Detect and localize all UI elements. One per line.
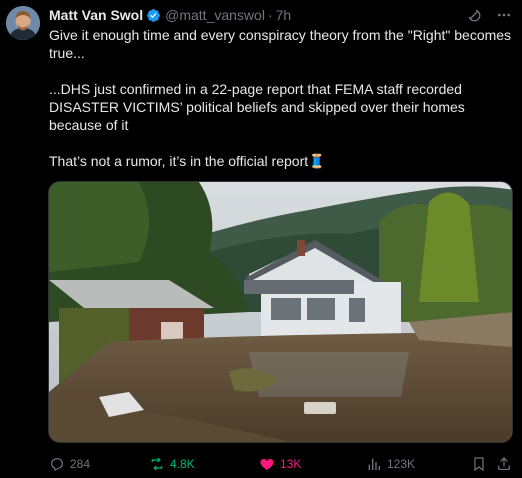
tweet-text: Give it enough time and every conspiracy… <box>49 26 515 170</box>
repost-button[interactable]: 4.8K <box>149 455 195 473</box>
action-bar: 284 4.8K 13K 123K <box>49 455 514 473</box>
bookmark-icon <box>471 456 487 472</box>
repost-icon <box>149 456 165 472</box>
author-name[interactable]: Matt Van Swol <box>49 7 143 23</box>
like-count: 13K <box>280 457 302 471</box>
repost-count: 4.8K <box>170 457 195 471</box>
reply-count: 284 <box>70 457 91 471</box>
share-icon <box>496 456 512 472</box>
tweet-photo[interactable] <box>48 181 513 443</box>
tweet: Matt Van Swol @matt_vanswol · 7h Give it… <box>0 0 522 478</box>
timestamp[interactable]: 7h <box>276 7 292 23</box>
header-icons <box>466 7 512 23</box>
views-icon <box>366 456 382 472</box>
bookmark-button[interactable] <box>471 455 487 473</box>
verified-badge-icon <box>146 8 161 23</box>
author-handle[interactable]: @matt_vanswol <box>165 7 265 23</box>
share-button[interactable] <box>496 455 512 473</box>
reply-icon <box>49 456 65 472</box>
more-icon[interactable] <box>496 7 512 23</box>
tweet-paragraph: Give it enough time and every conspiracy… <box>49 27 512 61</box>
views-count: 123K <box>387 457 416 471</box>
reply-button[interactable]: 284 <box>49 455 90 473</box>
separator-dot: · <box>267 7 273 23</box>
tweet-header: Matt Van Swol @matt_vanswol · 7h <box>49 6 512 24</box>
tweet-paragraph: ...DHS just confirmed in a 22-page repor… <box>49 81 465 133</box>
like-button[interactable]: 13K <box>259 455 301 473</box>
grok-icon[interactable] <box>466 7 482 23</box>
tweet-paragraph: That’s not a rumor, it’s in the official… <box>49 153 326 169</box>
like-icon <box>259 456 275 472</box>
avatar[interactable] <box>6 6 40 40</box>
views-button[interactable]: 123K <box>366 455 415 473</box>
